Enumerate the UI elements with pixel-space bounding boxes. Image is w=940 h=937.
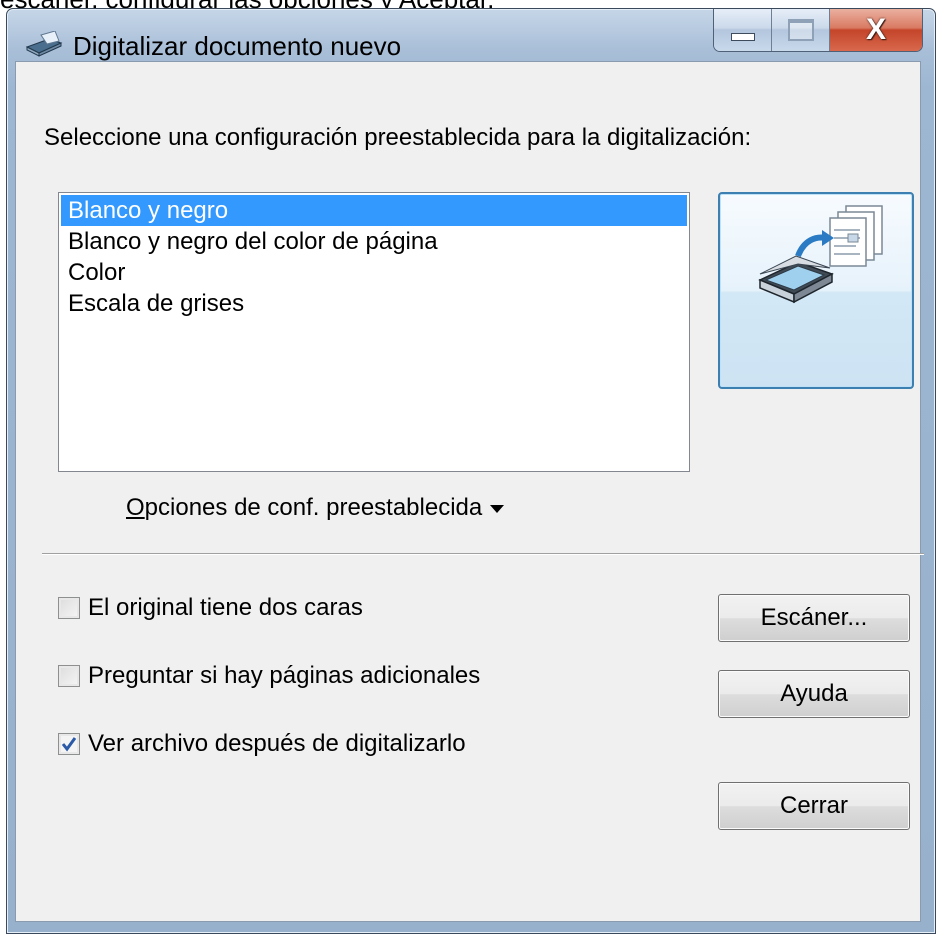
close-button[interactable]: Cerrar [718,782,910,830]
divider [42,553,924,555]
scan-button[interactable] [718,192,914,389]
view-file-checkbox[interactable] [58,733,80,755]
close-icon: X [865,13,886,46]
minimize-icon [730,33,755,41]
preset-options-dropdown[interactable]: Opciones de conf. preestablecida [126,494,505,522]
scan-document-icon [758,205,883,304]
minimize-button[interactable] [714,9,772,51]
preset-prompt: Seleccione una configuración preestablec… [44,124,752,151]
ask-more-pages-option[interactable]: Preguntar si hay páginas adicionales [58,662,480,690]
ask-more-pages-label: Preguntar si hay páginas adicionales [88,662,481,689]
preset-item-escala-grises[interactable]: Escala de grises [59,288,689,319]
caption-buttons: X [713,9,923,52]
close-window-button[interactable]: X [830,9,922,51]
preset-listbox[interactable]: Blanco y negro Blanco y negro del color … [58,192,690,472]
scan-dialog-window: Digitalizar documento nuevo X Seleccione… [6,8,936,934]
checkmark-icon [61,737,77,752]
ask-more-pages-checkbox[interactable] [58,665,80,687]
duplex-label: El original tiene dos caras [88,594,363,621]
dialog-client-area: Seleccione una configuración preestablec… [15,61,924,922]
maximize-button[interactable] [772,9,830,51]
duplex-checkbox[interactable] [58,597,80,619]
maximize-icon [787,19,814,41]
scanner-icon [25,30,65,59]
preset-item-color[interactable]: Color [59,257,689,288]
view-file-label: Ver archivo después de digitalizarlo [88,730,466,757]
preset-item-blanco-y-negro[interactable]: Blanco y negro [61,195,687,226]
chevron-down-icon [490,504,505,513]
duplex-option[interactable]: El original tiene dos caras [58,594,363,622]
help-button[interactable]: Ayuda [718,670,910,718]
preset-options-label: pciones de conf. preestablecida [144,494,483,521]
scanner-button[interactable]: Escáner... [718,594,910,642]
view-file-option[interactable]: Ver archivo después de digitalizarlo [58,730,466,758]
window-title: Digitalizar documento nuevo [73,31,402,61]
preset-item-blanco-negro-color-pagina[interactable]: Blanco y negro del color de página [59,226,689,257]
preset-options-accel: O [126,494,145,521]
